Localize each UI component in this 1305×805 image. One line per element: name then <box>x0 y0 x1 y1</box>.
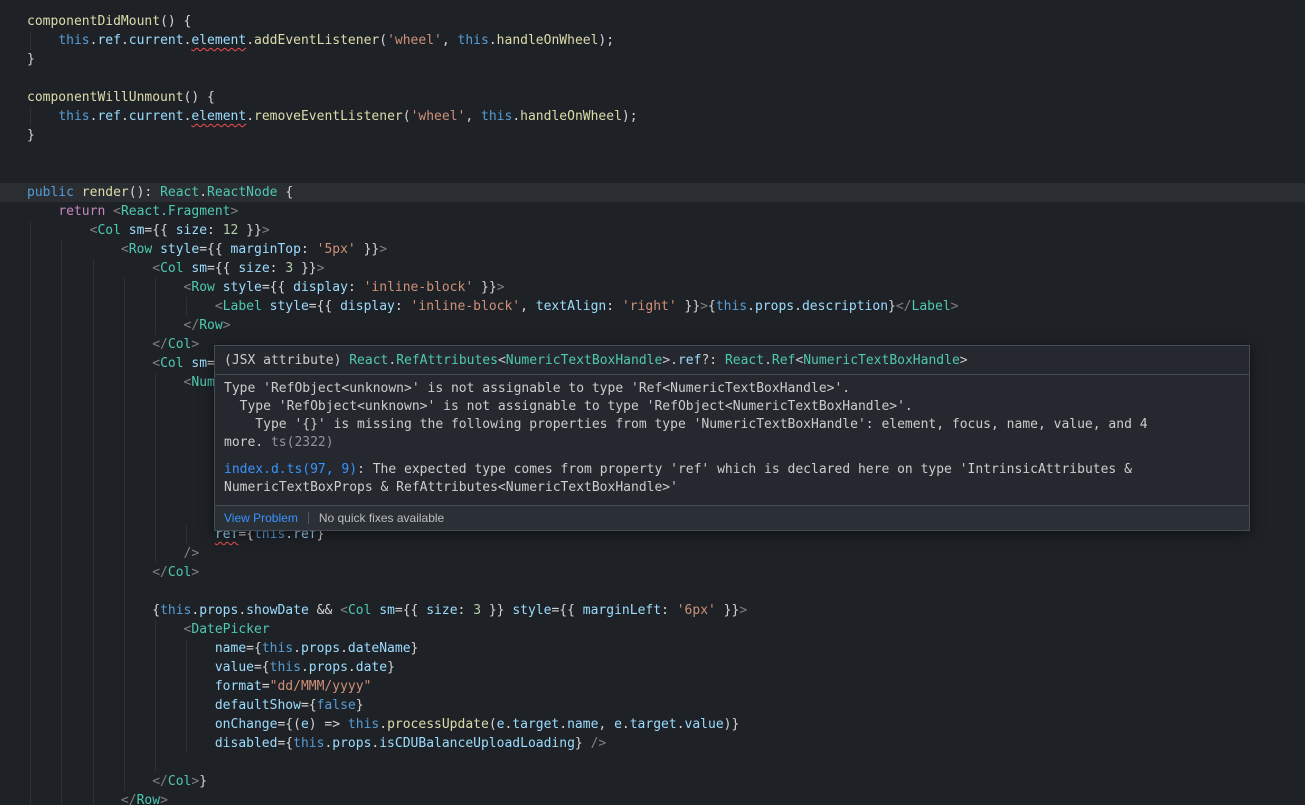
related-info-line2: NumericTextBoxProps & RefAttributes<Nume… <box>224 479 1240 497</box>
code-line[interactable] <box>0 145 1305 164</box>
code-editor[interactable]: componentDidMount() { this.ref.current.e… <box>0 0 1305 805</box>
code-line[interactable] <box>0 582 1305 601</box>
code-line[interactable]: } <box>0 50 1305 69</box>
code-line[interactable]: {this.props.showDate && <Col sm={{ size:… <box>0 601 1305 620</box>
tooltip-footer: View Problem No quick fixes available <box>215 505 1249 530</box>
code-line[interactable]: <DatePicker <box>0 620 1305 639</box>
code-line[interactable]: disabled={this.props.isCDUBalanceUploadL… <box>0 734 1305 753</box>
code-line[interactable]: </Row> <box>0 791 1305 805</box>
error-message-line: more. ts(2322) <box>224 434 1240 452</box>
error-message-line: Type 'RefObject<unknown>' is not assigna… <box>224 380 1240 398</box>
tooltip-signature: (JSX attribute) React.RefAttributes<Nume… <box>215 346 1249 375</box>
code-line[interactable]: this.ref.current.element.removeEventList… <box>0 107 1305 126</box>
code-line[interactable]: <Label style={{ display: 'inline-block',… <box>0 297 1305 316</box>
code-line[interactable]: onChange={(e) => this.processUpdate(e.ta… <box>0 715 1305 734</box>
error-message-line: Type 'RefObject<unknown>' is not assigna… <box>224 398 1240 416</box>
code-line[interactable]: } <box>0 126 1305 145</box>
code-line[interactable]: value={this.props.date} <box>0 658 1305 677</box>
code-line[interactable]: </Col> <box>0 563 1305 582</box>
error-tooltip: (JSX attribute) React.RefAttributes<Nume… <box>214 345 1250 531</box>
code-line[interactable]: /> <box>0 544 1305 563</box>
code-line[interactable]: </Col>} <box>0 772 1305 791</box>
related-info-text: : The expected type comes from property … <box>357 462 1132 477</box>
no-quick-fixes-label: No quick fixes available <box>319 510 444 526</box>
code-line[interactable] <box>0 69 1305 88</box>
code-line[interactable]: <Col sm={{ size: 3 }}> <box>0 259 1305 278</box>
related-info-line: index.d.ts(97, 9): The expected type com… <box>224 461 1240 479</box>
code-line[interactable]: this.ref.current.element.addEventListene… <box>0 31 1305 50</box>
code-line[interactable]: defaultShow={false} <box>0 696 1305 715</box>
error-message-tail: more. <box>224 435 271 450</box>
code-line[interactable]: format="dd/MMM/yyyy" <box>0 677 1305 696</box>
code-line[interactable]: </Row> <box>0 316 1305 335</box>
code-line[interactable]: <Row style={{ display: 'inline-block' }}… <box>0 278 1305 297</box>
error-message-line: Type '{}' is missing the following prope… <box>224 416 1240 434</box>
footer-divider <box>308 512 309 524</box>
file-location-link[interactable]: index.d.ts(97, 9) <box>224 462 357 477</box>
tooltip-body: Type 'RefObject<unknown>' is not assigna… <box>215 375 1249 505</box>
code-line[interactable]: name={this.props.dateName} <box>0 639 1305 658</box>
code-line[interactable]: <Row style={{ marginTop: '5px' }}> <box>0 240 1305 259</box>
code-line[interactable]: <Col sm={{ size: 12 }}> <box>0 221 1305 240</box>
error-code: ts(2322) <box>271 435 334 450</box>
code-line[interactable]: componentWillUnmount() { <box>0 88 1305 107</box>
view-problem-link[interactable]: View Problem <box>224 510 298 526</box>
code-line[interactable] <box>0 753 1305 772</box>
code-line[interactable]: componentDidMount() { <box>0 12 1305 31</box>
code-line[interactable] <box>0 164 1305 183</box>
code-line[interactable]: return <React.Fragment> <box>0 202 1305 221</box>
code-line[interactable]: public render(): React.ReactNode { <box>0 183 1305 202</box>
